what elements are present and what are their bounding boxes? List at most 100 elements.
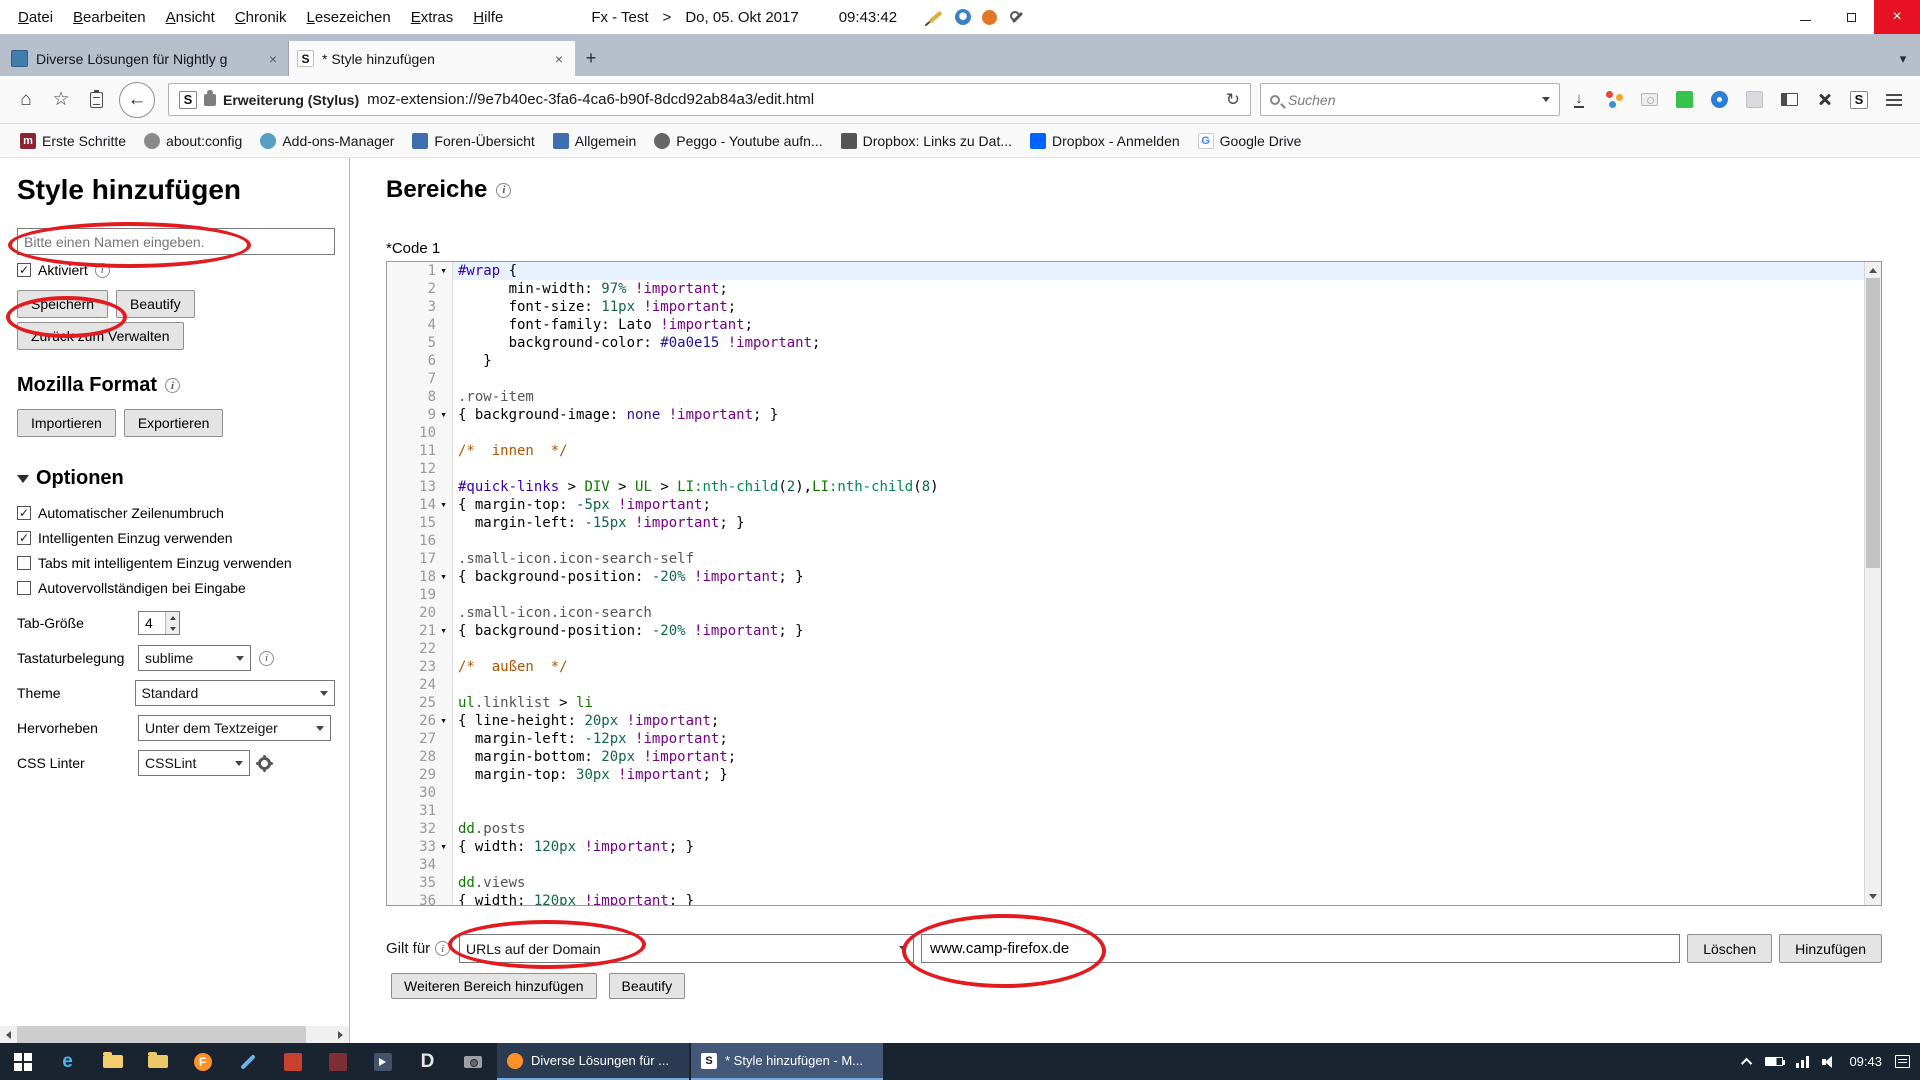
taskbar-firefox-icon[interactable]: F (180, 1043, 225, 1080)
settings-gear-icon[interactable] (258, 757, 271, 770)
info-icon[interactable] (496, 183, 511, 198)
bookmark-item[interactable]: Add-ons-Manager (252, 128, 402, 154)
save-button[interactable]: Speichern (17, 290, 108, 318)
code-line[interactable]: 30 (387, 784, 1881, 802)
code-line[interactable]: 4 font-family: Lato !important; (387, 316, 1881, 334)
taskbar-camera-app-icon[interactable] (450, 1043, 495, 1080)
code-line[interactable]: 17.small-icon.icon-search-self (387, 550, 1881, 568)
code-line[interactable]: 14▾{ margin-top: -5px !important; (387, 496, 1881, 514)
menu-button[interactable] (1878, 84, 1910, 116)
code-line[interactable]: 6 } (387, 352, 1881, 370)
delete-area-button[interactable]: Löschen (1687, 934, 1772, 963)
code-text[interactable] (453, 532, 1881, 550)
browser-tab[interactable]: S* Style hinzufügen× (289, 41, 575, 76)
code-line[interactable]: 32dd.posts (387, 820, 1881, 838)
globe-icon[interactable] (955, 9, 971, 25)
code-text[interactable]: margin-bottom: 20px !important; (453, 748, 1881, 766)
add-section-button[interactable]: Weiteren Bereich hinzufügen (391, 973, 597, 999)
code-text[interactable]: { background-position: -20% !important; … (453, 622, 1881, 640)
tray-expand-icon[interactable] (1741, 1057, 1752, 1068)
scroll-down-icon[interactable] (1865, 888, 1881, 905)
code-text[interactable]: ul.linklist > li (453, 694, 1881, 712)
code-text[interactable] (453, 856, 1881, 874)
spinner-buttons[interactable] (165, 612, 179, 634)
menu-item-datei[interactable]: Datei (8, 9, 63, 26)
code-line[interactable]: 28 margin-bottom: 20px !important; (387, 748, 1881, 766)
bookmark-star-button[interactable]: ☆ (45, 84, 77, 116)
code-text[interactable]: #quick-links > DIV > UL > LI:nth-child(2… (453, 478, 1881, 496)
applies-to-select[interactable]: URLs auf der Domain (459, 934, 914, 963)
minimize-button[interactable] (1782, 0, 1828, 34)
fold-arrow-icon[interactable]: ▾ (436, 622, 451, 640)
back-button[interactable]: ← (119, 82, 155, 118)
spin-up-icon[interactable] (166, 612, 179, 623)
code-line[interactable]: 12 (387, 460, 1881, 478)
code-text[interactable]: { margin-top: -5px !important; (453, 496, 1881, 514)
editor-scrollbar-thumb[interactable] (1866, 278, 1880, 568)
code-line[interactable]: 34 (387, 856, 1881, 874)
scroll-right-icon[interactable] (332, 1026, 349, 1043)
code-line[interactable]: 1▾#wrap { (387, 262, 1881, 280)
menu-item-bearbeiten[interactable]: Bearbeiten (63, 9, 156, 26)
code-text[interactable] (453, 370, 1881, 388)
browser-tab[interactable]: Diverse Lösungen für Nightly g× (3, 41, 289, 76)
tab-close-icon[interactable]: × (552, 51, 566, 67)
close-button[interactable]: × (1874, 0, 1920, 34)
code-text[interactable] (453, 460, 1881, 478)
pale-extension-button[interactable] (1738, 84, 1770, 116)
code-text[interactable] (453, 586, 1881, 604)
bookmark-item[interactable]: GGoogle Drive (1190, 128, 1310, 154)
code-text[interactable]: .row-item (453, 388, 1881, 406)
beautify-code-button[interactable]: Beautify (609, 973, 686, 999)
code-line[interactable]: 33▾{ width: 120px !important; } (387, 838, 1881, 856)
search-input[interactable] (1288, 92, 1534, 108)
fold-arrow-icon[interactable]: ▾ (436, 406, 451, 424)
search-engine-dropdown-icon[interactable] (1542, 97, 1550, 102)
spin-down-icon[interactable] (166, 623, 179, 634)
fold-arrow-icon[interactable]: ▾ (436, 712, 451, 730)
code-text[interactable] (453, 784, 1881, 802)
battery-icon[interactable] (1765, 1057, 1783, 1066)
taskbar-edge-icon[interactable]: e (45, 1043, 90, 1080)
code-text[interactable]: { line-height: 20px !important; (453, 712, 1881, 730)
code-text[interactable]: { width: 120px !important; } (453, 838, 1881, 856)
applies-to-input[interactable] (921, 934, 1680, 963)
code-line[interactable]: 10 (387, 424, 1881, 442)
highlight-select[interactable]: Unter dem Textzeiger (138, 715, 331, 741)
info-icon[interactable] (259, 651, 274, 666)
option-checkbox-row[interactable]: ✓Automatischer Zeilenumbruch (17, 505, 335, 521)
devtools-button[interactable] (1808, 84, 1840, 116)
scroll-up-icon[interactable] (1865, 262, 1881, 279)
code-line[interactable]: 35dd.views (387, 874, 1881, 892)
taskbar-feather-app-icon[interactable] (225, 1043, 270, 1080)
bookmark-item[interactable]: Dropbox - Anmelden (1022, 128, 1188, 154)
menu-item-ansicht[interactable]: Ansicht (156, 9, 225, 26)
taskbar-d-app-icon[interactable]: D (405, 1043, 450, 1080)
code-text[interactable]: dd.views (453, 874, 1881, 892)
bookmark-item[interactable]: Dropbox: Links zu Dat... (833, 128, 1020, 154)
code-line[interactable]: 11/* innen */ (387, 442, 1881, 460)
code-line[interactable]: 16 (387, 532, 1881, 550)
code-line[interactable]: 27 margin-left: -12px !important; (387, 730, 1881, 748)
bookmark-item[interactable]: Allgemein (545, 128, 644, 154)
import-button[interactable]: Importieren (17, 409, 116, 437)
bookmark-item[interactable]: Peggo - Youtube aufn... (646, 128, 830, 154)
code-line[interactable]: 8.row-item (387, 388, 1881, 406)
code-line[interactable]: 15 margin-left: -15px !important; } (387, 514, 1881, 532)
taskbar-documents-icon[interactable] (135, 1043, 180, 1080)
code-text[interactable]: min-width: 97% !important; (453, 280, 1881, 298)
style-name-input[interactable] (17, 228, 335, 255)
taskbar-book-app-icon[interactable] (315, 1043, 360, 1080)
bookmark-item[interactable]: about:config (136, 128, 250, 154)
code-text[interactable]: font-size: 11px !important; (453, 298, 1881, 316)
code-text[interactable]: } (453, 352, 1881, 370)
code-line[interactable]: 23/* außen */ (387, 658, 1881, 676)
reading-list-button[interactable] (80, 84, 112, 116)
downloads-button[interactable]: ↓ (1563, 84, 1595, 116)
code-text[interactable]: margin-left: -15px !important; } (453, 514, 1881, 532)
code-line[interactable]: 36{ width: 120px !important; } (387, 892, 1881, 905)
fold-arrow-icon[interactable]: ▾ (436, 262, 451, 280)
scroll-left-icon[interactable] (0, 1026, 17, 1043)
code-line[interactable]: 18▾{ background-position: -20% !importan… (387, 568, 1881, 586)
beautify-button[interactable]: Beautify (116, 290, 195, 318)
